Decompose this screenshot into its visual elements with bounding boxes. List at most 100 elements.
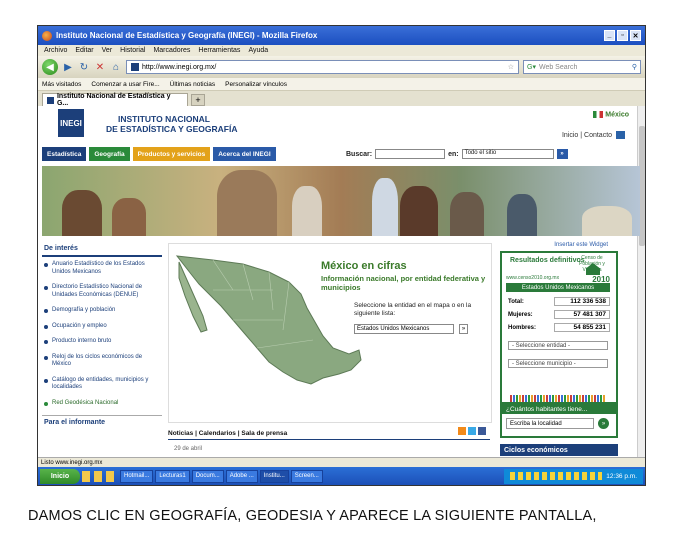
top-links-text[interactable]: Inicio | Contacto — [562, 132, 612, 139]
menu-ayuda[interactable]: Ayuda — [248, 47, 268, 54]
search-engine-icon[interactable]: G▾ — [527, 63, 536, 71]
map-subtitle: Información nacional, por entidad federa… — [321, 274, 486, 292]
tab-strip: Instituto Nacional de Estadística y G...… — [38, 91, 645, 107]
sidebar-item-label[interactable]: Catálogo de entidades, municipios y loca… — [52, 377, 162, 392]
bullet-icon — [44, 324, 48, 329]
tab-title: Instituto Nacional de Estadística y G... — [56, 93, 171, 107]
taskbar-hotmail[interactable]: Hotmail... — [120, 469, 154, 483]
taskbar-lecturas[interactable]: Lecturas1 — [155, 469, 190, 483]
sidebar-item-label[interactable]: Reloj de los ciclos económicos de México — [52, 354, 162, 369]
reload-icon[interactable]: ↻ — [78, 62, 90, 73]
sidebar-item[interactable]: Ocupación y empleo — [44, 323, 162, 331]
search-label: Buscar: — [346, 150, 373, 158]
sidebar-item-label[interactable]: Anuario Estadístico de los Estados Unido… — [52, 261, 162, 276]
url-bar[interactable]: http://www.inegi.org.mx/ ☆ — [126, 60, 519, 74]
sidebar-item[interactable]: Directorio Estadístico Nacional de Unida… — [44, 284, 162, 299]
minimize-button[interactable]: _ — [604, 30, 615, 41]
hero-person — [217, 170, 277, 236]
sidebar-item[interactable]: Anuario Estadístico de los Estados Unido… — [44, 261, 162, 276]
news-divider — [168, 439, 490, 440]
bookmark-comenzar[interactable]: Comenzar a usar Fire... — [91, 81, 159, 88]
sidebar-item-red-geodesica[interactable]: Red Geodésica Nacional — [44, 400, 162, 408]
ciclos-header[interactable]: Ciclos económicos — [500, 444, 618, 456]
menu-historial[interactable]: Historial — [120, 47, 145, 54]
start-button[interactable]: Inicio — [40, 468, 80, 484]
facebook-icon[interactable] — [478, 427, 486, 435]
entity-select[interactable]: Estados Unidos Mexicanos — [354, 324, 454, 334]
top-links[interactable]: Inicio | Contacto — [562, 131, 625, 139]
stop-icon[interactable]: ✕ — [94, 62, 106, 73]
censo-widget: Resultados definitivos www.censo2010.org… — [500, 251, 618, 406]
sidebar-item-label[interactable]: Red Geodésica Nacional — [52, 400, 118, 408]
taskbar-documento[interactable]: Docum... — [191, 469, 224, 483]
social-icons — [458, 427, 486, 435]
municipio-select[interactable]: - Seleccione municipio - — [508, 359, 608, 368]
censo-url[interactable]: www.censo2010.org.mx — [506, 275, 559, 281]
bullet-icon — [44, 401, 48, 406]
news-links[interactable]: Noticias | Calendarios | Sala de prensa — [168, 430, 287, 437]
localidad-go-button[interactable]: » — [598, 418, 609, 429]
total-row: Total: 112 336 538 — [508, 297, 610, 306]
bookmark-personalizar[interactable]: Personalizar vínculos — [225, 81, 287, 88]
menu-editar[interactable]: Editar — [75, 47, 93, 54]
vertical-scrollbar[interactable] — [637, 106, 645, 457]
bookmark-mas-visitados[interactable]: Más visitados — [42, 81, 81, 88]
bullet-icon — [44, 378, 48, 383]
back-button[interactable]: ◀ — [42, 59, 58, 75]
bullet-icon — [44, 340, 48, 344]
localidad-input[interactable]: Escriba la localidad — [506, 418, 594, 429]
window-titlebar: Instituto Nacional de Estadística y Geog… — [38, 26, 645, 45]
entidad-select[interactable]: - Seleccione entidad - — [508, 341, 608, 350]
right-column: Insertar este Widget Resultados definiti… — [500, 242, 618, 406]
entity-go-button[interactable]: » — [459, 324, 468, 334]
inegi-logo[interactable]: INEGI — [58, 109, 84, 137]
bookmark-ultimas-noticias[interactable]: Últimas noticias — [170, 81, 216, 88]
sidebar-item-label[interactable]: Directorio Estadístico Nacional de Unida… — [52, 284, 162, 299]
hombres-label: Hombres: — [508, 324, 537, 331]
sidebar-item[interactable]: Demografía y población — [44, 307, 162, 315]
sidebar-item[interactable]: Producto interno bruto — [44, 338, 162, 346]
sidebar-item-label[interactable]: Producto interno bruto — [52, 338, 111, 346]
close-button[interactable]: ✕ — [630, 30, 641, 41]
menu-marcadores[interactable]: Marcadores — [153, 47, 190, 54]
twitter-icon[interactable] — [468, 427, 476, 435]
nav-estadistica[interactable]: Estadística — [42, 147, 87, 161]
site-search-input[interactable] — [375, 149, 446, 159]
menu-herramientas[interactable]: Herramientas — [198, 47, 240, 54]
sidebar-item-label[interactable]: Demografía y población — [52, 307, 115, 315]
nav-productos[interactable]: Productos y servicios — [132, 147, 211, 161]
bookmark-star-icon[interactable]: ☆ — [508, 63, 514, 71]
web-search-input[interactable]: G▾ Web Search ⚲ — [523, 60, 641, 74]
nav-geografia[interactable]: Geografía — [89, 147, 130, 161]
new-tab-button[interactable]: + — [191, 94, 205, 106]
search-scope-select[interactable]: Todo el sitio — [461, 149, 554, 159]
hero-person — [507, 194, 537, 236]
forward-button[interactable]: ▶ — [62, 62, 74, 73]
sidebar-item-label[interactable]: Ocupación y empleo — [52, 323, 107, 331]
home-icon[interactable]: ⌂ — [110, 62, 122, 73]
tab-inegi[interactable]: Instituto Nacional de Estadística y G... — [42, 93, 188, 107]
taskbar-instituto[interactable]: Institu... — [259, 469, 289, 483]
sidebar-item[interactable]: Catálogo de entidades, municipios y loca… — [44, 377, 162, 392]
widget-link[interactable]: Insertar este Widget — [500, 242, 618, 248]
window-title: Instituto Nacional de Estadística y Geog… — [56, 31, 318, 40]
bullet-icon — [44, 355, 48, 360]
mexico-map-panel: México en cifras Información nacional, p… — [168, 243, 492, 423]
maximize-button[interactable]: ▫ — [617, 30, 628, 41]
search-icon[interactable]: ⚲ — [632, 63, 637, 71]
taskbar-screen[interactable]: Screen... — [290, 469, 323, 483]
taskbar-adobe[interactable]: Adobe ... — [225, 469, 258, 483]
sidebar-item[interactable]: Reloj de los ciclos económicos de México — [44, 354, 162, 369]
in-label: en: — [448, 150, 459, 158]
menu-archivo[interactable]: Archivo — [44, 47, 67, 54]
sidebar-footer[interactable]: Para el informante — [42, 415, 162, 429]
mexico-map[interactable] — [173, 250, 363, 400]
nav-acerca[interactable]: Acerca del INEGI — [213, 147, 276, 161]
mexico-flag-label: México — [593, 111, 629, 118]
url-text: http://www.inegi.org.mx/ — [142, 63, 217, 71]
news-date: 29 de abril — [174, 446, 203, 452]
clock: 12:36 p.m. — [606, 472, 637, 480]
menu-ver[interactable]: Ver — [102, 47, 113, 54]
search-go-button[interactable]: » — [556, 149, 568, 159]
rss-icon[interactable] — [458, 427, 466, 435]
